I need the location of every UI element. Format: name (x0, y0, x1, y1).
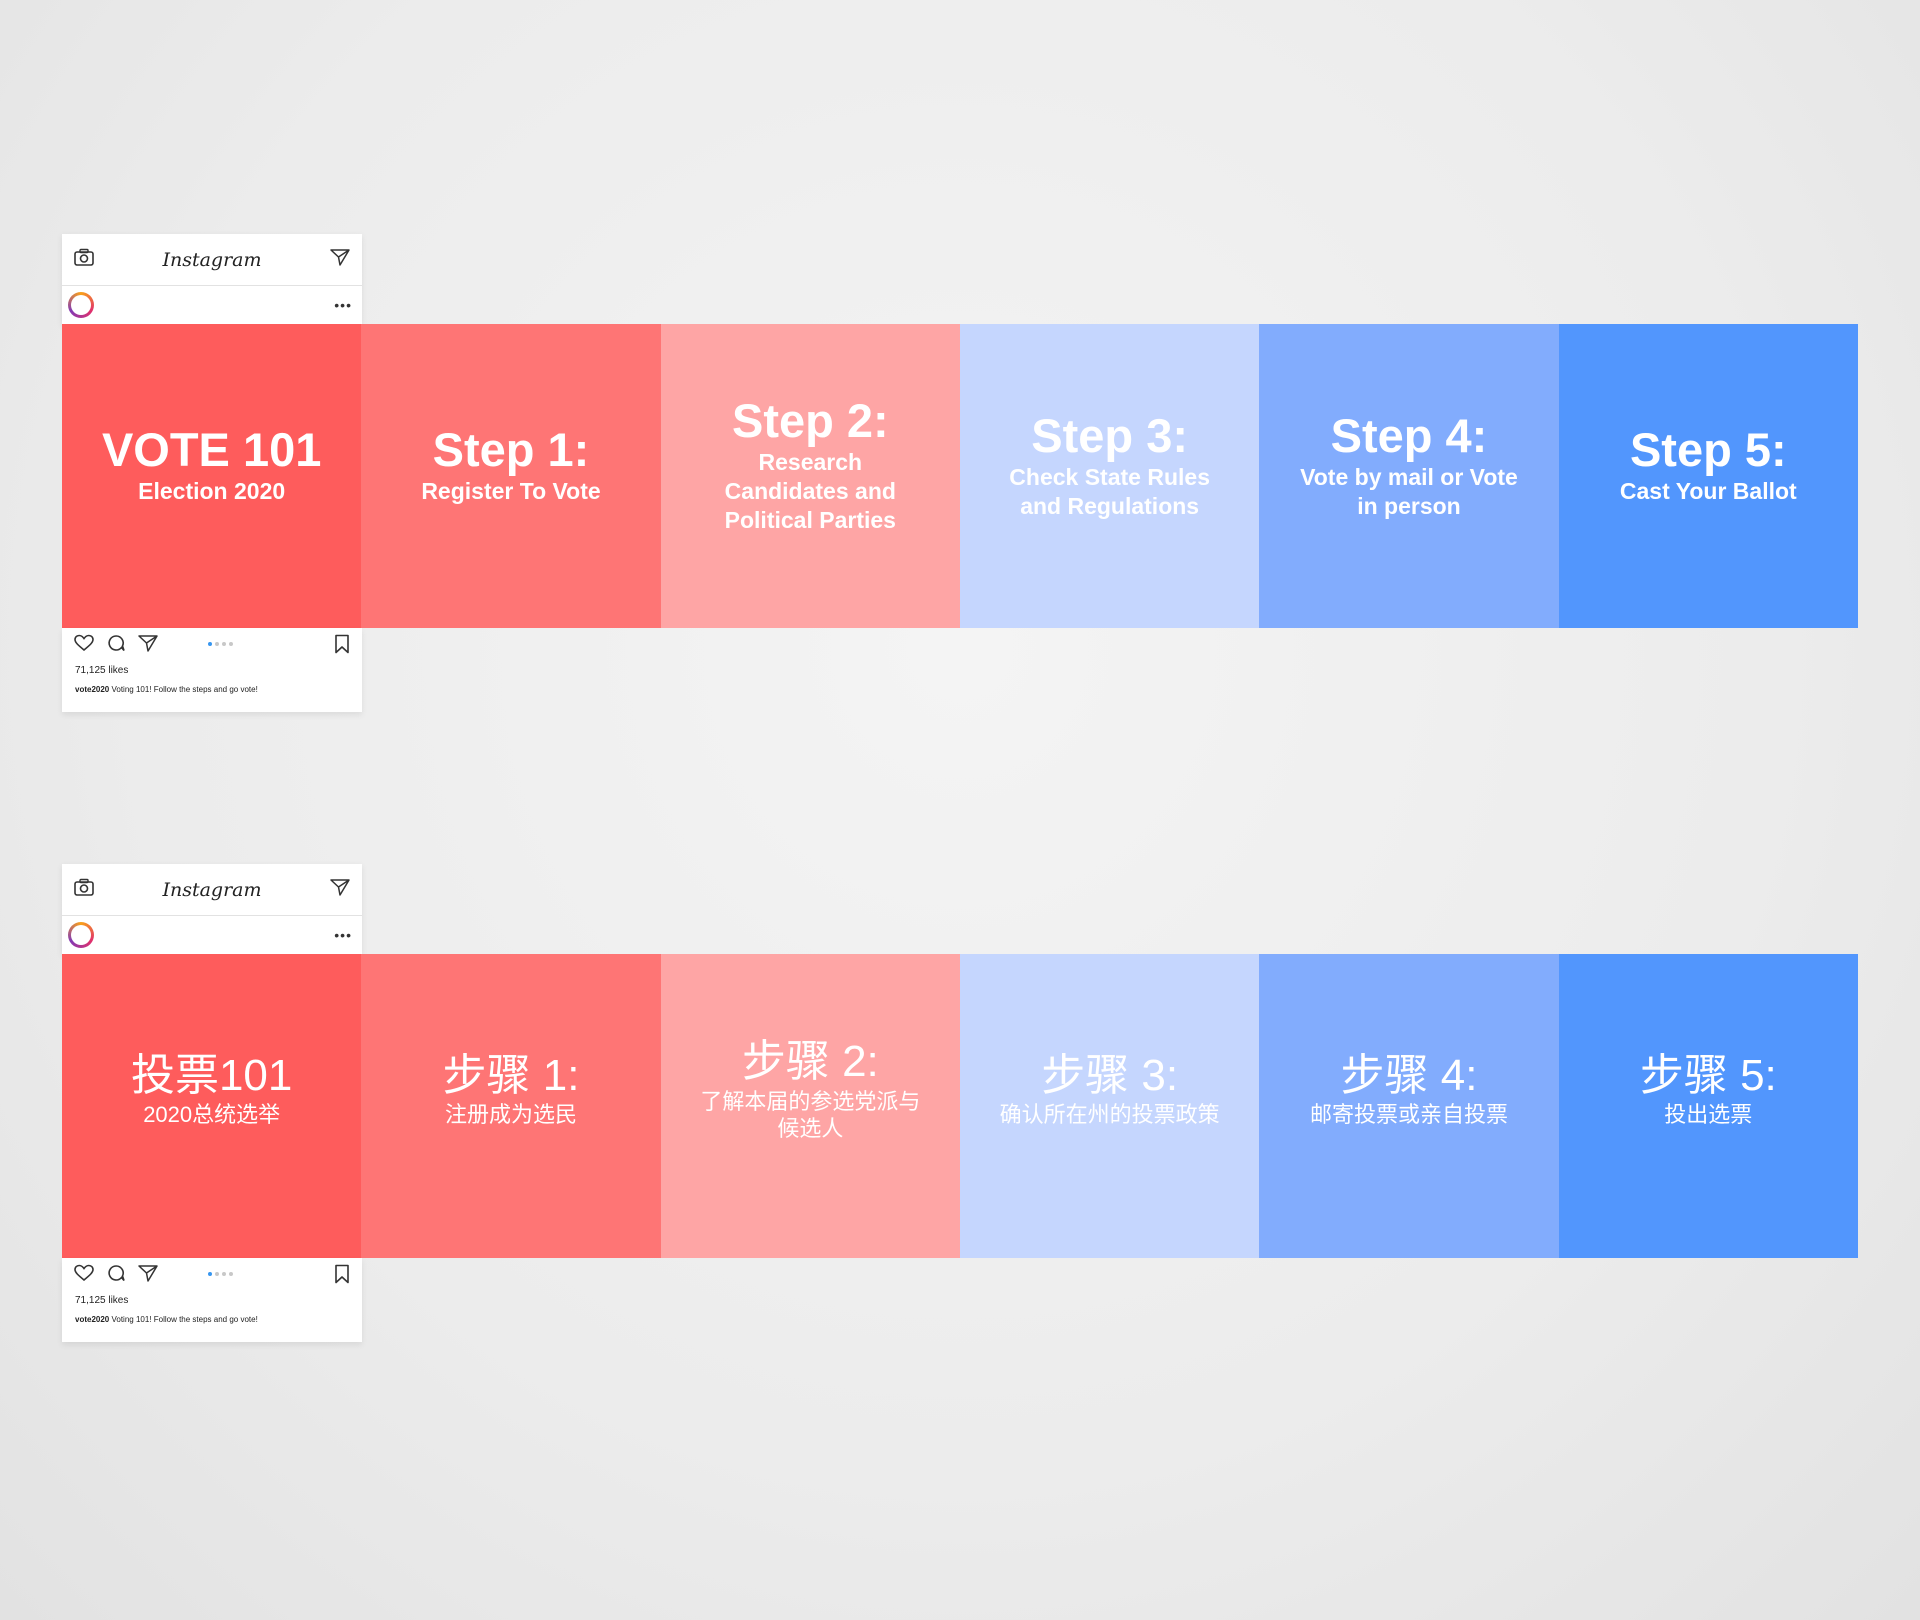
likes-count: 71,125 likes (75, 1295, 129, 1306)
carousel-strip: VOTE 101 Election 2020 Step 1: Register … (62, 324, 1858, 628)
slide-subtitle: Register To Vote (421, 478, 601, 505)
more-options-icon[interactable]: ••• (334, 928, 352, 942)
carousel-dot (229, 642, 233, 646)
slide-subtitle: 注册成为选民 (444, 1102, 577, 1128)
slide-subtitle: Check State Rules and Regulations (1009, 463, 1210, 519)
action-bar (72, 1264, 352, 1286)
post-caption: vote2020 Voting 101! Follow the steps an… (75, 685, 258, 694)
carousel-dot (215, 1272, 219, 1276)
post-caption: vote2020 Voting 101! Follow the steps an… (75, 1315, 258, 1324)
camera-icon[interactable] (74, 878, 94, 901)
slide-step-2: Step 2: Research Candidates and Politica… (660, 324, 960, 628)
camera-icon[interactable] (74, 248, 94, 271)
avatar[interactable] (68, 922, 94, 948)
slide-title: Step 3: (1031, 408, 1188, 462)
slide-title: Step 5: (1629, 423, 1787, 477)
bookmark-icon[interactable] (334, 634, 350, 659)
slide-step-1: Step 1: Register To Vote (361, 324, 661, 628)
bookmark-icon[interactable] (334, 1264, 350, 1289)
slide-subtitle: 了解本届的参选党派与 候选人 (700, 1088, 921, 1142)
carousel-dot (229, 1272, 233, 1276)
slide-subtitle: Election 2020 (138, 478, 286, 505)
slide-subtitle: 投出选票 (1664, 1102, 1753, 1128)
caption-username[interactable]: vote2020 (75, 1315, 109, 1324)
slide-subtitle: 2020总统选举 (143, 1102, 281, 1128)
slide-step-4: 步骤 4: 邮寄投票或亲自投票 (1259, 954, 1559, 1258)
instagram-footer: 71,125 likes vote2020 Voting 101! Follow… (62, 628, 362, 712)
comment-icon[interactable] (106, 634, 126, 657)
slide-title: 步骤 1: (442, 1051, 580, 1101)
avatar[interactable] (68, 292, 94, 318)
caption-text: Voting 101! Follow the steps and go vote… (111, 1315, 258, 1324)
slide-subtitle: Cast Your Ballot (1619, 478, 1797, 505)
instagram-top-bar: Instagram (62, 234, 362, 286)
carousel-indicator (208, 1272, 233, 1276)
slide-title: 步骤 2: (741, 1037, 879, 1087)
instagram-top-bar: Instagram (62, 864, 362, 916)
slide-title: 步骤 3: (1041, 1051, 1179, 1101)
heart-icon[interactable] (74, 634, 94, 657)
slide-subtitle: Research Candidates and Political Partie… (724, 449, 896, 533)
slide-title: Step 4: (1330, 408, 1488, 462)
share-icon[interactable] (138, 634, 158, 657)
slide-step-5: Step 5: Cast Your Ballot (1558, 324, 1858, 628)
slide-cover: VOTE 101 Election 2020 (62, 324, 362, 628)
slide-title: VOTE 101 (101, 423, 322, 477)
carousel-indicator (208, 642, 233, 646)
share-icon[interactable] (138, 1264, 158, 1287)
slide-step-4: Step 4: Vote by mail or Vote in person (1259, 324, 1559, 628)
paper-plane-icon[interactable] (330, 878, 350, 901)
slide-title: 步骤 4: (1340, 1051, 1478, 1101)
likes-count: 71,125 likes (75, 665, 129, 676)
instagram-footer: 71,125 likes vote2020 Voting 101! Follow… (62, 1258, 362, 1342)
carousel-strip: 投票101 2020总统选举 步骤 1: 注册成为选民 步骤 2: 了解本届的参… (62, 954, 1858, 1258)
post-header: ••• (62, 286, 362, 324)
post-header: ••• (62, 916, 362, 954)
slide-step-3: Step 3: Check State Rules and Regulation… (959, 324, 1260, 628)
carousel-dot-active (208, 1272, 212, 1276)
more-options-icon[interactable]: ••• (334, 298, 352, 312)
slide-step-5: 步骤 5: 投出选票 (1558, 954, 1858, 1258)
slide-subtitle: 确认所在州的投票政策 (999, 1102, 1220, 1128)
instagram-header: Instagram ••• (62, 234, 362, 324)
slide-title: 步骤 5: (1639, 1051, 1777, 1101)
slide-step-3: 步骤 3: 确认所在州的投票政策 (959, 954, 1260, 1258)
slide-subtitle: 邮寄投票或亲自投票 (1309, 1102, 1508, 1128)
caption-username[interactable]: vote2020 (75, 685, 109, 694)
carousel-dot (215, 642, 219, 646)
paper-plane-icon[interactable] (330, 248, 350, 271)
slide-step-2: 步骤 2: 了解本届的参选党派与 候选人 (660, 954, 960, 1258)
caption-text: Voting 101! Follow the steps and go vote… (111, 685, 258, 694)
slide-subtitle: Vote by mail or Vote in person (1300, 463, 1518, 519)
slide-title: Step 2: (731, 394, 889, 448)
comment-icon[interactable] (106, 1264, 126, 1287)
instagram-carousel-mockup-english: Instagram ••• VOTE 101 Election 2020 Ste… (62, 234, 1858, 712)
slide-step-1: 步骤 1: 注册成为选民 (361, 954, 661, 1258)
instagram-header: Instagram ••• (62, 864, 362, 954)
slide-title: Step 1: (432, 423, 590, 477)
carousel-dot (222, 642, 226, 646)
slide-title: 投票101 (130, 1051, 293, 1101)
heart-icon[interactable] (74, 1264, 94, 1287)
slide-cover: 投票101 2020总统选举 (62, 954, 362, 1258)
instagram-logo: Instagram (162, 248, 262, 271)
carousel-dot-active (208, 642, 212, 646)
action-bar (72, 634, 352, 656)
carousel-dot (222, 1272, 226, 1276)
instagram-carousel-mockup-chinese: Instagram ••• 投票101 2020总统选举 步骤 1: 注册成为选… (62, 864, 1858, 1342)
instagram-logo: Instagram (162, 878, 262, 901)
